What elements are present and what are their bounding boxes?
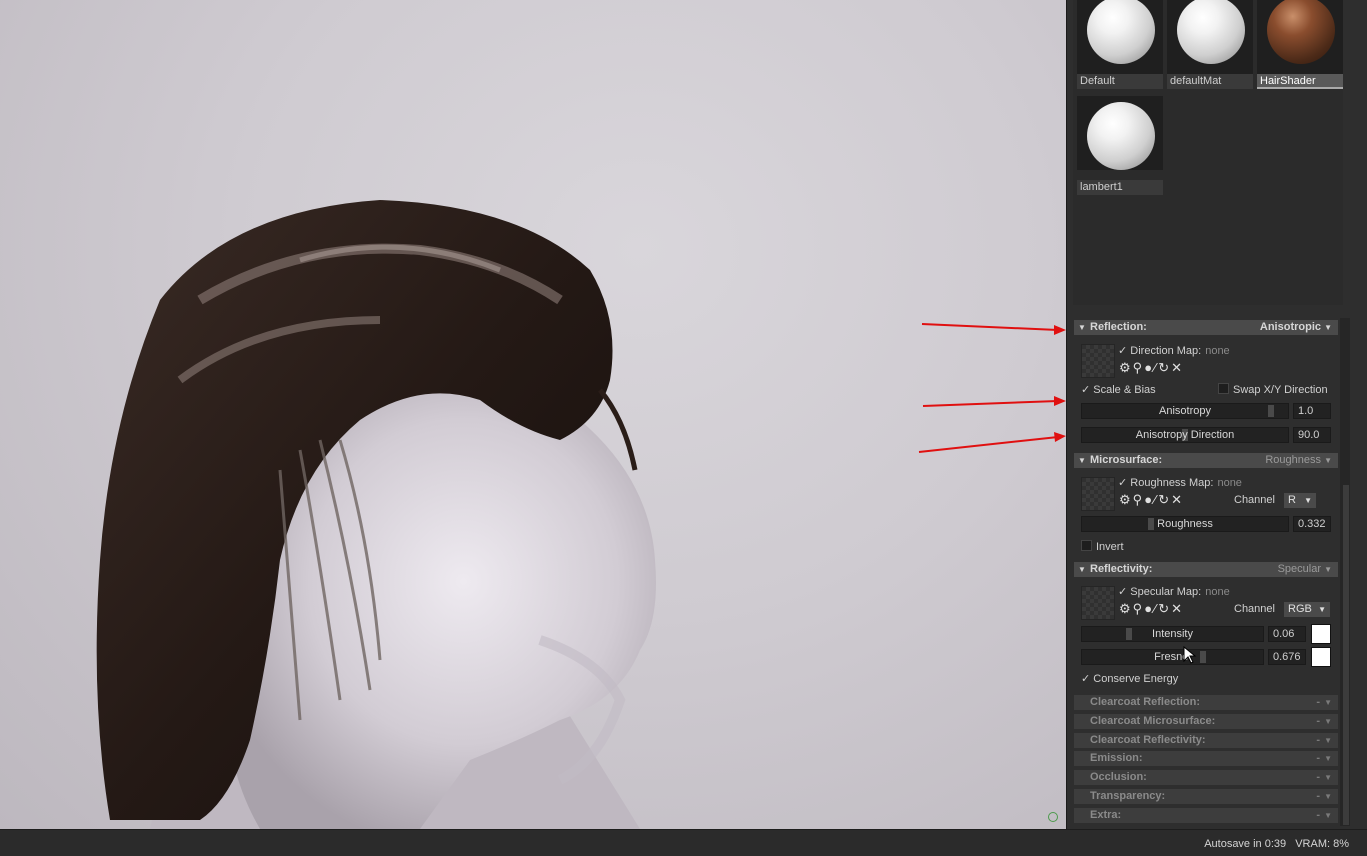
section-clearcoat-reflectivity-header[interactable]: Clearcoat Reflectivity: - ▼ xyxy=(1074,732,1338,748)
gear-icon[interactable]: ⚙ xyxy=(1119,492,1133,507)
roughness-map-slot[interactable] xyxy=(1081,477,1115,511)
material-ball-icon xyxy=(1177,0,1245,64)
roughness-map-tools: ⚙⚲●∕↻✕ xyxy=(1119,492,1184,508)
dropdown-arrow-icon: ▼ xyxy=(1324,810,1332,820)
roughness-map-label[interactable]: ✓ Roughness Map: none xyxy=(1118,476,1242,489)
arrow-reflection-head xyxy=(1054,325,1066,335)
section-mode-dropdown[interactable]: - ▼ xyxy=(1316,733,1332,748)
reflection-mode-dropdown[interactable]: Anisotropic ▼ xyxy=(1260,320,1332,335)
collapse-triangle-icon: ▼ xyxy=(1078,565,1086,574)
close-icon[interactable]: ✕ xyxy=(1171,492,1184,507)
mouse-cursor-icon xyxy=(1183,646,1197,664)
search-icon[interactable]: ⚲ xyxy=(1133,360,1145,375)
texture-ball-icon[interactable]: ● xyxy=(1144,601,1154,616)
conserve-energy-checkbox[interactable]: ✓ Conserve Energy xyxy=(1081,672,1178,685)
intensity-slider[interactable]: Intensity xyxy=(1081,626,1264,642)
specular-map-tools: ⚙⚲●∕↻✕ xyxy=(1119,601,1184,617)
material-defaultmat[interactable]: defaultMat xyxy=(1167,0,1253,98)
intensity-value-field[interactable]: 0.06 xyxy=(1268,626,1306,642)
roughness-slider[interactable]: Roughness xyxy=(1081,516,1289,532)
scale-bias-checkbox[interactable]: ✓ Scale & Bias xyxy=(1081,383,1156,396)
section-clearcoat-microsurface-header[interactable]: Clearcoat Microsurface: - ▼ xyxy=(1074,713,1338,729)
arrow-anisotropy-direction xyxy=(918,436,1059,453)
vram-status: VRAM: 8% xyxy=(1295,838,1349,850)
section-mode-dropdown[interactable]: - ▼ xyxy=(1316,751,1332,766)
specular-map-slot[interactable] xyxy=(1081,586,1115,620)
arrow-anisotropy-direction-head xyxy=(1054,432,1066,442)
refresh-icon[interactable]: ↻ xyxy=(1158,360,1171,375)
material-lambert1[interactable]: lambert1 xyxy=(1077,96,1163,195)
collapse-triangle-icon: ▼ xyxy=(1078,456,1086,465)
intensity-color-swatch[interactable] xyxy=(1311,624,1331,644)
close-icon[interactable]: ✕ xyxy=(1171,360,1184,375)
refresh-icon[interactable]: ↻ xyxy=(1158,492,1171,507)
roughness-channel-select[interactable]: R ▼ xyxy=(1284,493,1316,508)
direction-map-slot[interactable] xyxy=(1081,344,1115,378)
gear-icon[interactable]: ⚙ xyxy=(1119,360,1133,375)
material-ball-icon xyxy=(1267,0,1335,64)
collapse-triangle-icon: ▼ xyxy=(1078,323,1086,332)
reflectivity-mode-dropdown[interactable]: Specular ▼ xyxy=(1278,562,1332,577)
fresnel-slider[interactable]: Fresnel xyxy=(1081,649,1264,665)
section-mode-dropdown[interactable]: - ▼ xyxy=(1316,695,1332,710)
anisotropy-value-field[interactable]: 1.0 xyxy=(1293,403,1331,419)
arrow-reflection xyxy=(921,323,1059,331)
section-occlusion-header[interactable]: Occlusion: - ▼ xyxy=(1074,770,1338,786)
material-ball-icon xyxy=(1087,0,1155,64)
roughness-channel-label: Channel xyxy=(1234,494,1275,506)
section-mode-dropdown[interactable]: - ▼ xyxy=(1316,714,1332,729)
section-reflection-header[interactable]: ▼ Reflection: Anisotropic ▼ xyxy=(1074,320,1338,335)
dropdown-arrow-icon: ▼ xyxy=(1324,456,1332,465)
close-icon[interactable]: ✕ xyxy=(1171,601,1184,616)
status-bar: Autosave in 0:39 VRAM: 8% xyxy=(0,829,1367,856)
dropdown-arrow-icon: ▼ xyxy=(1324,565,1332,574)
section-emission-header[interactable]: Emission: - ▼ xyxy=(1074,751,1338,767)
direction-map-label[interactable]: ✓ Direction Map: none xyxy=(1118,344,1230,357)
autosave-status: Autosave in 0:39 xyxy=(1204,838,1287,850)
material-library: Default defaultMat HairShader lambert1 xyxy=(1073,0,1343,305)
anisotropy-slider[interactable]: Anisotropy xyxy=(1081,403,1289,419)
panel-scrollbar-thumb[interactable] xyxy=(1343,485,1349,825)
gear-icon[interactable]: ⚙ xyxy=(1119,601,1133,616)
section-mode-dropdown[interactable]: - ▼ xyxy=(1316,789,1332,804)
dropdown-arrow-icon: ▼ xyxy=(1324,323,1332,332)
swap-xy-checkbox[interactable]: Swap X/Y Direction xyxy=(1218,383,1328,396)
arrow-scale-bias xyxy=(922,400,1059,407)
specular-channel-select[interactable]: RGB ▼ xyxy=(1284,602,1330,617)
material-hairshader[interactable]: HairShader xyxy=(1257,0,1343,98)
section-transparency-header[interactable]: Transparency: - ▼ xyxy=(1074,789,1338,804)
arrow-scale-bias-head xyxy=(1054,396,1066,406)
section-extra-header[interactable]: Extra: - ▼ xyxy=(1074,807,1338,823)
dropdown-arrow-icon: ▼ xyxy=(1324,716,1332,726)
section-reflectivity-header[interactable]: ▼ Reflectivity: Specular ▼ xyxy=(1074,562,1338,577)
section-mode-dropdown[interactable]: - ▼ xyxy=(1316,808,1332,823)
dropdown-arrow-icon: ▼ xyxy=(1324,754,1332,764)
texture-ball-icon[interactable]: ● xyxy=(1144,492,1154,507)
section-clearcoat-reflection-header[interactable]: Clearcoat Reflection: - ▼ xyxy=(1074,695,1338,710)
dropdown-arrow-icon: ▼ xyxy=(1324,773,1332,783)
fresnel-color-swatch[interactable] xyxy=(1311,647,1331,667)
texture-ball-icon[interactable]: ● xyxy=(1144,360,1154,375)
invert-checkbox[interactable]: Invert xyxy=(1081,540,1124,553)
search-icon[interactable]: ⚲ xyxy=(1133,601,1145,616)
dropdown-arrow-icon: ▼ xyxy=(1324,735,1332,745)
material-ball-icon xyxy=(1087,102,1155,170)
direction-map-tools: ⚙⚲●∕↻✕ xyxy=(1119,360,1184,376)
fresnel-value-field[interactable]: 0.676 xyxy=(1268,649,1306,665)
dropdown-arrow-icon: ▼ xyxy=(1324,698,1332,707)
roughness-value-field[interactable]: 0.332 xyxy=(1293,516,1331,532)
specular-map-label[interactable]: ✓ Specular Map: none xyxy=(1118,585,1230,598)
refresh-icon[interactable]: ↻ xyxy=(1158,601,1171,616)
dropdown-arrow-icon: ▼ xyxy=(1304,496,1312,505)
material-default[interactable]: Default xyxy=(1077,0,1163,98)
section-mode-dropdown[interactable]: - ▼ xyxy=(1316,770,1332,785)
anisotropy-direction-slider[interactable]: Anisotropy Direction xyxy=(1081,427,1289,443)
dropdown-arrow-icon: ▼ xyxy=(1318,605,1326,614)
dropdown-arrow-icon: ▼ xyxy=(1324,792,1332,801)
search-icon[interactable]: ⚲ xyxy=(1133,492,1145,507)
anisotropy-direction-value-field[interactable]: 90.0 xyxy=(1293,427,1331,443)
specular-channel-label: Channel xyxy=(1234,603,1275,615)
section-microsurface-header[interactable]: ▼ Microsurface: Roughness ▼ xyxy=(1074,453,1338,468)
microsurface-mode-dropdown[interactable]: Roughness ▼ xyxy=(1265,453,1332,468)
